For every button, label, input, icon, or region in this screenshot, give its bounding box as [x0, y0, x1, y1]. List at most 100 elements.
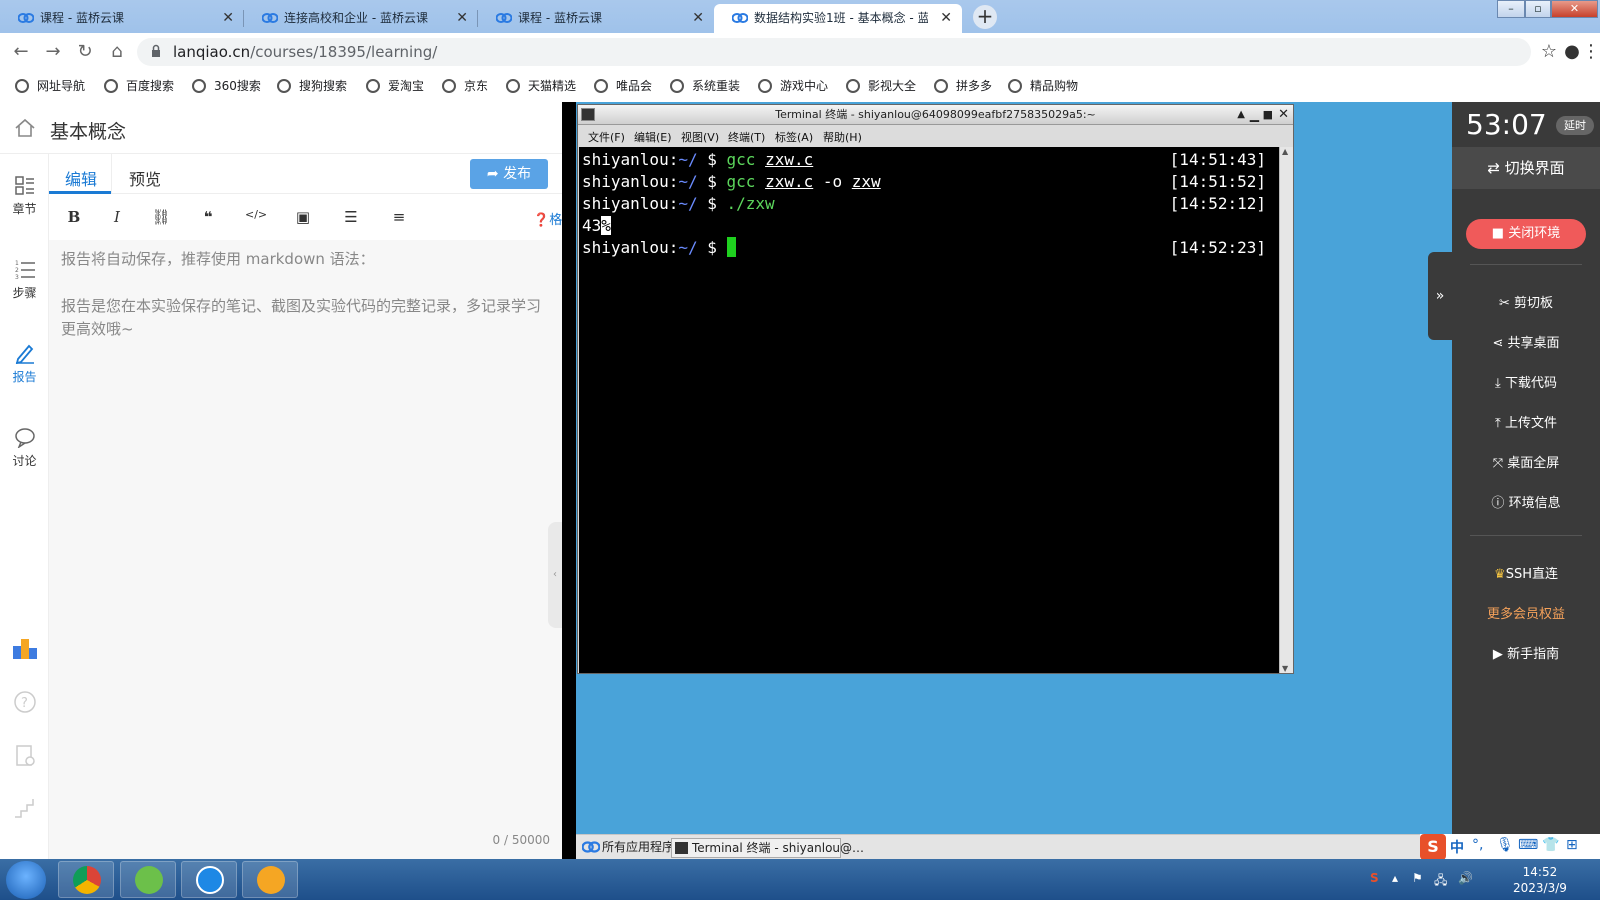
sogou-tray-icon[interactable]: S	[1370, 871, 1379, 885]
tray-expand-icon[interactable]: ▴	[1392, 871, 1398, 885]
bookmark-item[interactable]: 游戏中心	[758, 76, 828, 96]
rail-chapters[interactable]: 章节	[0, 174, 49, 217]
bookmark-item[interactable]: 拼多多	[934, 76, 992, 96]
browser-tab-3[interactable]: 课程 - 蓝桥云课 ✕	[478, 4, 714, 33]
menu-view[interactable]: 视图(V)	[681, 129, 719, 145]
menu-file[interactable]: 文件(F)	[588, 129, 625, 145]
skin-icon[interactable]: 👕	[1542, 837, 1559, 853]
browser-tab-active[interactable]: 数据结构实验1班 - 基本概念 - 蓝 ✕	[714, 4, 962, 33]
menu-help[interactable]: 帮助(H)	[823, 129, 862, 145]
forward-icon[interactable]: →	[42, 41, 64, 63]
new-tab-button[interactable]: +	[973, 5, 997, 29]
chrome-taskbar-button[interactable]	[58, 861, 114, 898]
close-icon[interactable]: ✕	[940, 4, 952, 33]
microphone-icon[interactable]: 🎙	[1496, 837, 1514, 853]
quote-icon[interactable]: ❝	[198, 208, 218, 226]
browser-tab-1[interactable]: 课程 - 蓝桥云课 ✕	[0, 4, 244, 33]
leaderboard-icon[interactable]	[12, 636, 38, 660]
panel-expand-tab[interactable]: »	[1428, 252, 1452, 340]
bookmark-item[interactable]: 京东	[442, 76, 488, 96]
env-info-button[interactable]: ⓘ 环境信息	[1452, 492, 1600, 511]
vip-benefits-link[interactable]: 更多会员权益	[1452, 603, 1600, 622]
star-icon[interactable]: ☆	[1537, 41, 1561, 63]
bookmark-item[interactable]: 精品购物	[1008, 76, 1078, 96]
rail-report[interactable]: 报告	[0, 342, 49, 385]
publish-button[interactable]: ➦ 发布	[470, 159, 548, 189]
extend-time-button[interactable]: 延时	[1556, 116, 1594, 135]
link-icon[interactable]: ⛓	[151, 208, 171, 226]
sogou-icon[interactable]: S	[1420, 834, 1446, 860]
browser-taskbar-button[interactable]	[120, 861, 176, 898]
unordered-list-icon[interactable]: ≡	[389, 208, 409, 226]
split-divider[interactable]	[562, 102, 576, 859]
back-icon[interactable]: ←	[10, 41, 32, 63]
punctuation-icon[interactable]: °,	[1472, 837, 1483, 853]
scroll-down-icon[interactable]: ▼	[1282, 664, 1288, 673]
close-icon[interactable]: ✕	[692, 4, 704, 33]
menu-tabs[interactable]: 标签(A)	[775, 129, 813, 145]
menu-icon[interactable]: ⋮	[1582, 41, 1600, 63]
network-icon[interactable]: 🖧	[1434, 871, 1447, 892]
home-icon[interactable]	[14, 118, 36, 138]
share-desktop-button[interactable]: ⋖ 共享桌面	[1452, 332, 1600, 351]
close-environment-button[interactable]: ■ 关闭环境	[1466, 219, 1586, 249]
bookmark-item[interactable]: 搜狗搜索	[277, 76, 347, 96]
profile-icon[interactable]: ●	[1564, 41, 1580, 63]
tab-preview[interactable]: 预览	[129, 166, 161, 190]
url-input[interactable]: lanqiao.cn/courses/18395/learning/	[137, 38, 1531, 66]
ssh-button[interactable]: ♛SSH直连	[1452, 563, 1600, 582]
menu-terminal[interactable]: 终端(T)	[728, 129, 765, 145]
bookmark-item[interactable]: 360搜索	[192, 76, 261, 96]
clipboard-button[interactable]: ✂ 剪切板	[1452, 292, 1600, 311]
volume-icon[interactable]: 🔊	[1458, 871, 1473, 885]
upload-file-button[interactable]: ⤒ 上传文件	[1452, 412, 1600, 431]
menu-edit[interactable]: 编辑(E)	[634, 129, 672, 145]
start-button[interactable]	[6, 861, 46, 899]
window-close-button[interactable]: ✕	[1551, 0, 1598, 18]
taskbar-terminal-button[interactable]: Terminal 终端 - shiyanlou@…	[671, 838, 864, 858]
terminal-scrollbar[interactable]: ▲ ▼	[1279, 147, 1293, 673]
terminal-window[interactable]: Terminal 终端 - shiyanlou@64098099eafbf275…	[577, 104, 1294, 674]
shade-icon[interactable]: ▲	[1237, 105, 1245, 125]
code-icon[interactable]: </>	[245, 208, 267, 221]
home-icon[interactable]: ⌂	[106, 41, 128, 63]
k-app-taskbar-button[interactable]	[181, 861, 237, 898]
all-apps-button[interactable]: 所有应用程序	[582, 838, 674, 858]
minimize-icon[interactable]: ▁	[1250, 105, 1259, 125]
qq-taskbar-button[interactable]	[242, 861, 298, 898]
document-icon[interactable]	[13, 744, 37, 768]
close-icon[interactable]: ✕	[1278, 105, 1289, 125]
tab-edit[interactable]: 编辑	[65, 166, 97, 190]
switch-ui-button[interactable]: ⇄ 切换界面	[1452, 147, 1600, 189]
maximize-icon[interactable]: ■	[1263, 105, 1273, 125]
bookmark-item[interactable]: 爱淘宝	[366, 76, 424, 96]
fullscreen-button[interactable]: ⤧ 桌面全屏	[1452, 452, 1600, 471]
bookmark-item[interactable]: 百度搜索	[104, 76, 174, 96]
close-icon[interactable]: ✕	[222, 4, 234, 33]
ime-language[interactable]: 中	[1450, 837, 1464, 857]
ordered-list-icon[interactable]: ☰	[341, 208, 361, 226]
terminal-output[interactable]: shiyanlou:~/ $ gcc zxw.c [14:51:43] shiya…	[579, 147, 1279, 673]
stairs-icon[interactable]	[13, 796, 37, 820]
bookmark-item[interactable]: 唯品会	[594, 76, 652, 96]
reload-icon[interactable]: ↻	[74, 41, 96, 63]
maximize-button[interactable]: ▫	[1525, 0, 1551, 18]
system-clock[interactable]: 14:52 2023/3/9	[1513, 864, 1567, 896]
collapse-handle[interactable]: ‹	[548, 522, 562, 628]
close-icon[interactable]: ✕	[456, 4, 468, 33]
image-icon[interactable]: ▣	[293, 208, 313, 226]
bookmark-item[interactable]: 天猫精选	[506, 76, 576, 96]
report-editor[interactable]: 报告将自动保存，推荐使用 markdown 语法： 报告是您在本实验保存的笔记、…	[49, 240, 562, 823]
bookmark-item[interactable]: 系统重装	[670, 76, 740, 96]
help-icon[interactable]: ?	[13, 690, 37, 714]
scroll-up-icon[interactable]: ▲	[1282, 147, 1288, 156]
italic-button[interactable]: I	[107, 208, 127, 226]
rail-steps[interactable]: 123 步骤	[0, 258, 49, 301]
bookmark-item[interactable]: 网址导航	[15, 76, 85, 96]
browser-tab-2[interactable]: 连接高校和企业 - 蓝桥云课 ✕	[244, 4, 478, 33]
bold-button[interactable]: B	[64, 208, 84, 226]
download-code-button[interactable]: ⤓ 下载代码	[1452, 372, 1600, 391]
minimize-button[interactable]: –	[1497, 0, 1525, 18]
keyboard-icon[interactable]: ⌨	[1518, 837, 1538, 853]
guide-button[interactable]: ▶ 新手指南	[1452, 643, 1600, 662]
